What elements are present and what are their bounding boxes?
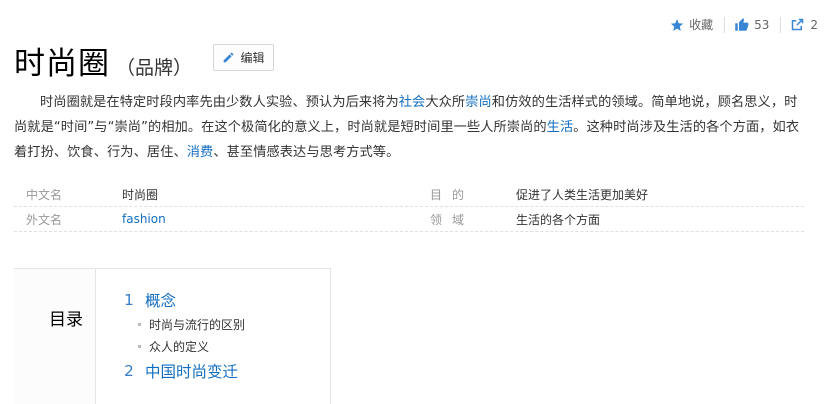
info-name: 目的 <box>430 187 475 202</box>
link-life[interactable]: 生活 <box>547 120 574 135</box>
catalog-label[interactable]: 概念 <box>145 289 176 311</box>
share-count: 2 <box>810 17 818 32</box>
lemma-summary: 时尚圈就是在特定时段内率先由少数人实验、预认为后来将为社会大众所崇尚和仿效的生活… <box>14 90 806 165</box>
info-name: 外文名 <box>26 212 63 227</box>
link-consumption[interactable]: 消费 <box>187 145 214 160</box>
bullet-icon <box>138 344 141 348</box>
info-value-link[interactable]: fashion <box>122 212 422 226</box>
catalog-index: 1 <box>124 291 134 309</box>
page-subtitle: （品牌） <box>116 57 193 79</box>
catalog-index: 2 <box>124 362 134 380</box>
table-row: 中文名 时尚圈 目的 促进了人类生活更加美好 <box>14 182 804 207</box>
catalog-list: 1 概念 时尚与流行的区别 众人的定义 2 中国时尚变迁 <box>124 289 245 384</box>
star-icon <box>670 18 684 31</box>
thumbs-up-icon <box>735 18 749 31</box>
catalog-item[interactable]: 2 中国时尚变迁 <box>124 360 245 382</box>
like-button[interactable]: 53 <box>734 17 769 32</box>
divider <box>724 16 726 33</box>
catalog: 目录 1 概念 时尚与流行的区别 众人的定义 2 中国时尚变迁 <box>14 268 331 404</box>
info-value: 时尚圈 <box>122 187 159 202</box>
catalog-header: 目录 <box>14 269 96 404</box>
title-row: 时尚圈 （品牌） <box>14 38 192 83</box>
basic-info-table: 中文名 时尚圈 目的 促进了人类生活更加美好 外文名 fashion 领域 生活… <box>14 182 804 232</box>
link-admire[interactable]: 崇尚 <box>465 95 492 110</box>
table-row: 外文名 fashion 领域 生活的各个方面 <box>14 207 804 232</box>
summary-text: 时尚圈就是在特定时段内率先由少数人实验、预认为后来将为 <box>40 95 399 110</box>
collect-button[interactable]: 收藏 <box>670 16 713 33</box>
share-button[interactable]: 2 <box>790 17 818 32</box>
catalog-item[interactable]: 1 概念 <box>124 289 245 311</box>
link-fashion[interactable]: fashion <box>122 212 166 226</box>
bullet-icon <box>138 322 141 326</box>
info-name: 领域 <box>430 212 475 227</box>
summary-text: 、甚至情感表达与思考方式等。 <box>213 145 400 160</box>
catalog-subitem[interactable]: 时尚与流行的区别 <box>124 313 245 335</box>
page-title: 时尚圈 <box>14 46 110 82</box>
catalog-subitem[interactable]: 众人的定义 <box>124 335 245 357</box>
share-icon <box>792 18 804 31</box>
like-count: 53 <box>754 17 770 32</box>
collect-label: 收藏 <box>689 18 714 32</box>
pencil-icon <box>224 52 234 63</box>
summary-text: 大众所 <box>425 95 466 110</box>
info-value: 促进了人类生活更加美好 <box>516 187 649 202</box>
info-value: 生活的各个方面 <box>516 212 601 227</box>
link-society[interactable]: 社会 <box>399 95 426 110</box>
divider <box>780 16 782 33</box>
catalog-title: 目录 <box>49 310 83 330</box>
catalog-label[interactable]: 中国时尚变迁 <box>145 360 238 382</box>
edit-button[interactable]: 编辑 <box>213 44 274 71</box>
edit-label: 编辑 <box>240 51 265 65</box>
catalog-sublabel[interactable]: 时尚与流行的区别 <box>149 316 245 333</box>
info-name: 中文名 <box>26 187 63 202</box>
article-actions: 收藏 53 2 <box>670 16 818 33</box>
catalog-sublabel[interactable]: 众人的定义 <box>149 338 209 355</box>
